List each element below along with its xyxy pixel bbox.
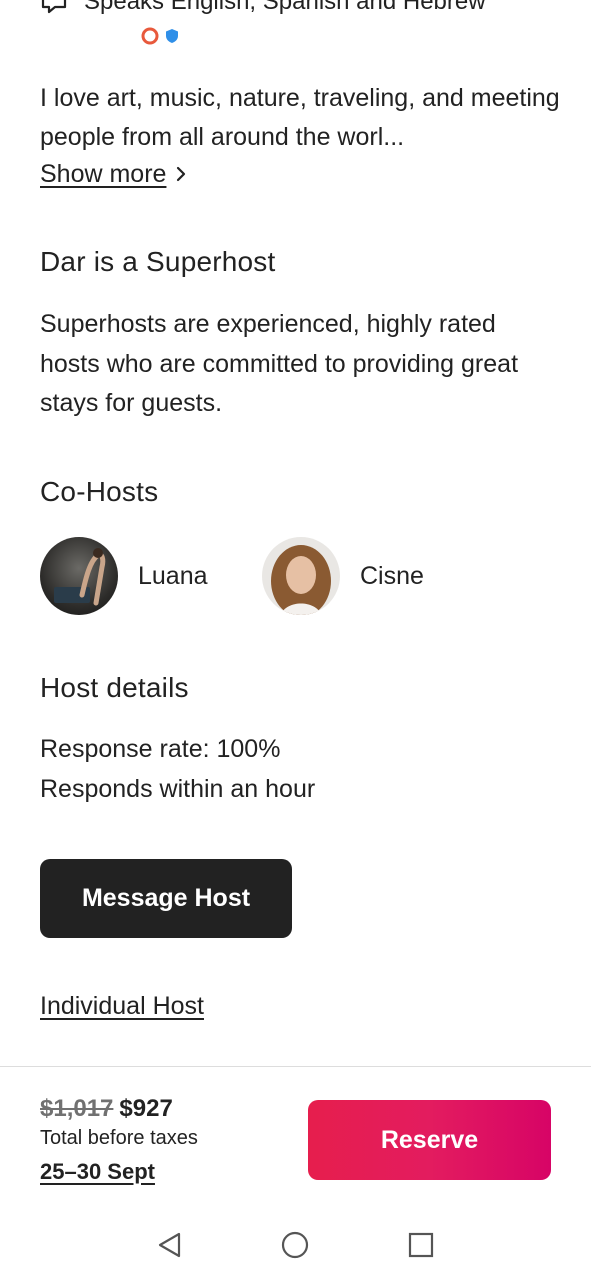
dates-link[interactable]: 25–30 Sept bbox=[40, 1159, 155, 1185]
host-details-heading: Host details bbox=[40, 672, 189, 703]
discounted-price: $927 bbox=[119, 1095, 173, 1122]
speech-bubble-icon bbox=[41, 0, 67, 14]
languages-row: Speaks English, Spanish and Hebrew bbox=[40, 0, 486, 16]
superhost-description: Superhosts are experienced, highly rated… bbox=[40, 310, 519, 417]
show-more-label: Show more bbox=[40, 160, 167, 188]
message-host-button[interactable]: Message Host bbox=[40, 859, 292, 938]
price-row: $1,017 $927 bbox=[40, 1095, 173, 1123]
circle-home-icon bbox=[281, 1231, 309, 1259]
booking-footer: $1,017 $927 Total before taxes 25–30 Sep… bbox=[0, 1066, 591, 1207]
response-rate: Response rate: 100% bbox=[40, 735, 281, 763]
reserve-button[interactable]: Reserve bbox=[308, 1100, 551, 1180]
nav-recents-button[interactable] bbox=[406, 1230, 436, 1260]
host-bio: I love art, music, nature, traveling, an… bbox=[40, 84, 560, 151]
system-nav-bar bbox=[0, 1206, 591, 1280]
show-more-link[interactable]: Show more bbox=[40, 158, 188, 190]
languages-text: Speaks English, Spanish and Hebrew bbox=[84, 0, 486, 15]
superhost-ring-icon bbox=[141, 27, 159, 45]
nav-home-button[interactable] bbox=[280, 1230, 310, 1260]
total-label: Total before taxes bbox=[40, 1127, 198, 1149]
cohost-name: Luana bbox=[138, 561, 208, 590]
cohosts-heading: Co-Hosts bbox=[40, 476, 159, 507]
square-recents-icon bbox=[408, 1232, 434, 1258]
cohost-item[interactable]: Cisne bbox=[262, 537, 424, 615]
cohost-item[interactable]: Luana bbox=[40, 537, 208, 615]
response-time: Responds within an hour bbox=[40, 775, 316, 803]
individual-host-link[interactable]: Individual Host bbox=[40, 992, 204, 1021]
original-price: $1,017 bbox=[40, 1095, 114, 1122]
verified-shield-icon bbox=[166, 29, 178, 43]
superhost-heading: Dar is a Superhost bbox=[40, 246, 276, 277]
badges bbox=[141, 27, 179, 45]
avatar bbox=[262, 537, 340, 615]
triangle-back-icon bbox=[158, 1232, 181, 1258]
avatar bbox=[40, 537, 118, 615]
nav-back-button[interactable] bbox=[155, 1230, 185, 1260]
cohost-name: Cisne bbox=[360, 561, 424, 590]
chevron-right-icon bbox=[177, 166, 186, 182]
